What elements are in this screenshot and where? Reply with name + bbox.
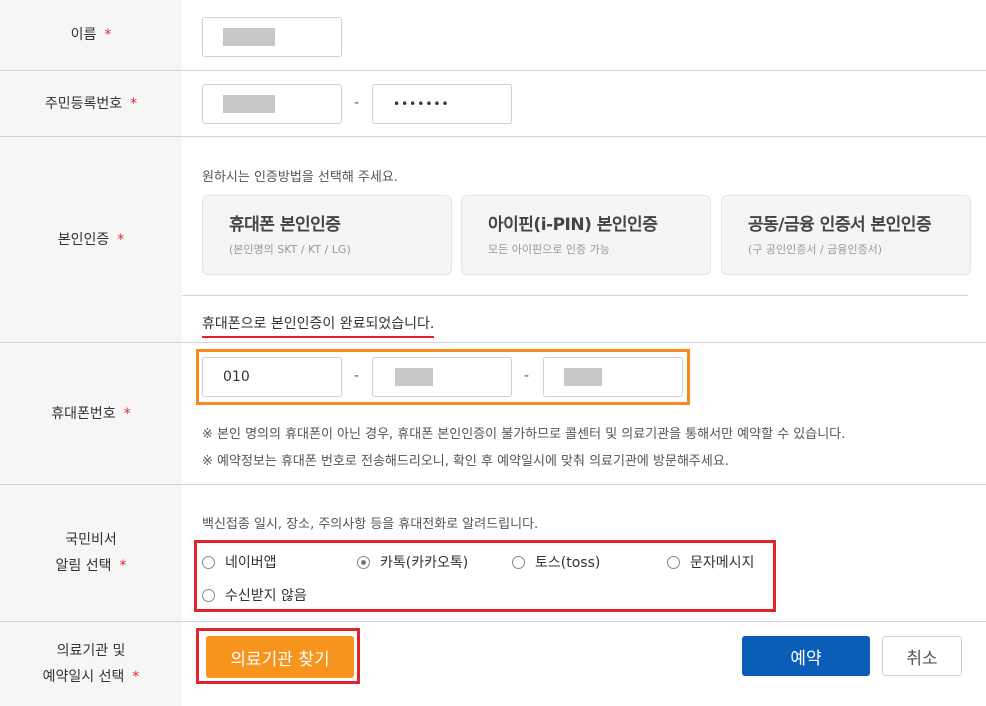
required-mark: * — [130, 95, 138, 112]
auth-option-certificate[interactable]: 공동/금융 인증서 본인인증 (구 공인인증서 / 금융인증서) — [721, 195, 971, 275]
auth-done-message: 휴대폰으로 본인인증이 완료되었습니다. — [202, 313, 435, 338]
auth-row: 본인인증 * 원하시는 인증방법을 선택해 주세요. 휴대폰 본인인증 (본인명의… — [0, 137, 986, 343]
notify-label: 국민비서 알림 선택 * — [0, 485, 182, 621]
masked-value — [223, 28, 275, 46]
radio-sms[interactable]: 문자메시지 — [667, 552, 754, 572]
radio-checked-icon — [357, 555, 370, 569]
hospital-label: 의료기관 및 예약일시 선택 * — [0, 622, 182, 706]
phone-note-2: ※ 예약정보는 휴대폰 번호로 전송해드리오니, 확인 후 예약일시에 맞춰 의… — [202, 454, 729, 469]
auth-label: 본인인증 * — [0, 137, 182, 342]
masked-value — [564, 368, 602, 386]
radio-icon — [202, 588, 215, 602]
phone-separator: - — [354, 368, 360, 384]
name-input[interactable] — [202, 17, 342, 57]
radio-kakaotalk[interactable]: 카톡(카카오톡) — [357, 552, 468, 572]
radio-icon — [202, 555, 215, 569]
auth-option-ipin[interactable]: 아이핀(i-PIN) 본인인증 모든 아이핀으로 인증 가능 — [461, 195, 711, 275]
auth-guide: 원하시는 인증방법을 선택해 주세요. — [202, 170, 398, 185]
name-row: 이름 * — [0, 0, 986, 71]
phone-row: 휴대폰번호 * 010 - - ※ 본인 명의의 휴대폰이 아닌 경우, 휴대폰 … — [0, 343, 986, 485]
masked-value — [395, 368, 433, 386]
required-mark: * — [117, 231, 125, 248]
radio-no-receive[interactable]: 수신받지 않음 — [202, 585, 307, 605]
phone-separator: - — [524, 368, 530, 384]
rrn-row: 주민등록번호 * - ••••••• — [0, 71, 986, 137]
radio-icon — [667, 555, 680, 569]
required-mark: * — [119, 558, 127, 574]
radio-toss[interactable]: 토스(toss) — [512, 552, 600, 572]
phone-last-input[interactable] — [543, 357, 683, 397]
notify-row: 국민비서 알림 선택 * 백신접종 일시, 장소, 주의사항 등을 휴대전화로 알… — [0, 485, 986, 622]
required-mark: * — [123, 405, 131, 422]
rrn-label: 주민등록번호 * — [0, 71, 182, 136]
radio-naver-app[interactable]: 네이버앱 — [202, 552, 277, 572]
reserve-button[interactable]: 예약 — [742, 636, 870, 676]
required-mark: * — [104, 27, 112, 43]
hospital-row: 의료기관 및 예약일시 선택 * 의료기관 찾기 예약 취소 — [0, 622, 986, 706]
phone-prefix-input[interactable]: 010 — [202, 357, 342, 397]
notify-guide: 백신접종 일시, 장소, 주의사항 등을 휴대전화로 알려드립니다. — [202, 517, 539, 532]
auth-option-phone[interactable]: 휴대폰 본인인증 (본인명의 SKT / KT / LG) — [202, 195, 452, 275]
rrn-separator: - — [354, 95, 360, 111]
divider — [182, 295, 968, 296]
required-mark: * — [132, 669, 140, 685]
rrn-back-masked: ••••••• — [393, 97, 450, 111]
find-hospital-button[interactable]: 의료기관 찾기 — [206, 636, 354, 678]
phone-label: 휴대폰번호 * — [0, 343, 182, 484]
name-label: 이름 * — [0, 0, 182, 70]
masked-value — [223, 95, 275, 113]
phone-note-1: ※ 본인 명의의 휴대폰이 아닌 경우, 휴대폰 본인인증이 불가하므로 콜센터… — [202, 427, 846, 442]
phone-middle-input[interactable] — [372, 357, 512, 397]
rrn-back-input[interactable]: ••••••• — [372, 84, 512, 124]
rrn-front-input[interactable] — [202, 84, 342, 124]
radio-icon — [512, 555, 525, 569]
cancel-button[interactable]: 취소 — [882, 636, 962, 676]
